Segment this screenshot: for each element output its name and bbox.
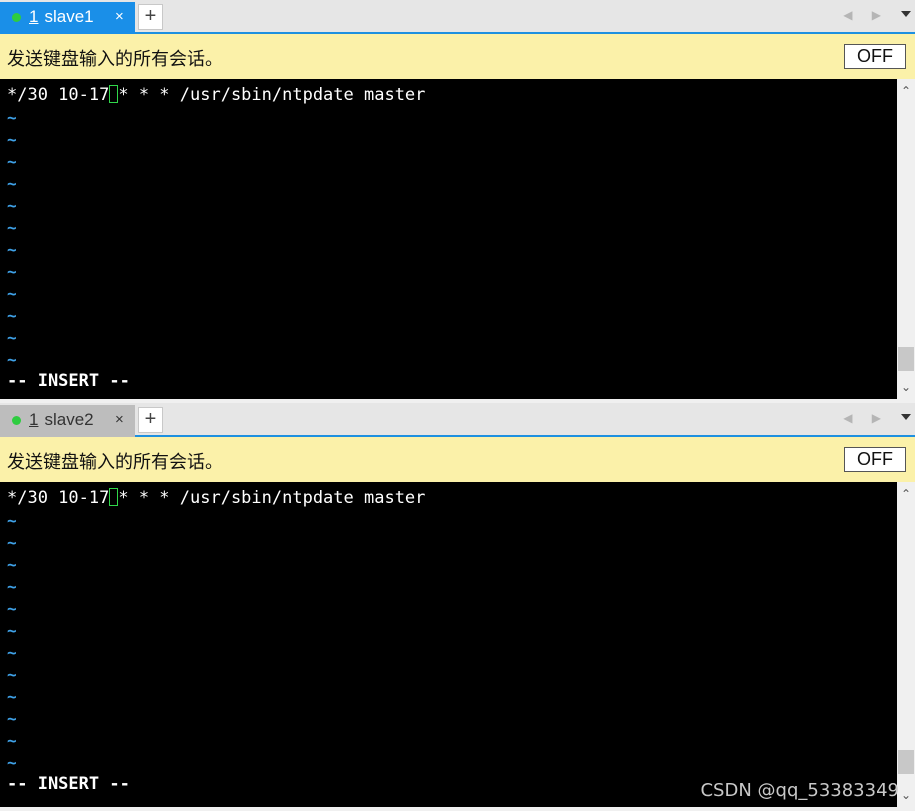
tilde-line: ~ <box>7 687 17 706</box>
terminal-screen[interactable]: */30 10-17 * * * /usr/sbin/ntpdate master… <box>0 79 897 399</box>
tilde-line: ~ <box>7 753 17 772</box>
tab-number: 1 <box>29 7 39 26</box>
broadcast-label: 发送键盘输入的所有会话。 <box>7 452 223 472</box>
broadcast-toggle-button[interactable]: OFF <box>844 44 906 69</box>
tilde-line: ~ <box>7 152 17 171</box>
tilde-line: ~ <box>7 306 17 325</box>
tilde-line: ~ <box>7 196 17 215</box>
empty-line-markers: ~ ~ ~ ~ ~ ~ ~ ~ ~ ~ ~ ~ <box>7 107 17 371</box>
tilde-line: ~ <box>7 555 17 574</box>
tab-name: slave2 <box>44 410 94 429</box>
tab-scroll-arrows-icon[interactable]: ◀ ▶ <box>843 8 889 22</box>
tilde-line: ~ <box>7 665 17 684</box>
tilde-line: ~ <box>7 533 17 552</box>
watermark-text: CSDN @qq_53383349 <box>700 780 899 801</box>
tilde-line: ~ <box>7 328 17 347</box>
tilde-line: ~ <box>7 621 17 640</box>
tab-bar: 1 slave1 × + ◀ ▶ <box>0 0 915 34</box>
vim-mode-indicator: -- INSERT -- <box>7 371 130 391</box>
scroll-up-icon[interactable]: ⌃ <box>900 488 912 500</box>
session-pane-slave1: 1 slave1 × + ◀ ▶ 发送键盘输入的所有会话。 OFF */30 10… <box>0 0 915 403</box>
tilde-line: ~ <box>7 108 17 127</box>
tab-slave1[interactable]: 1 slave1 × <box>0 2 135 34</box>
tilde-line: ~ <box>7 218 17 237</box>
tab-name: slave1 <box>44 7 94 26</box>
text-cursor <box>109 85 119 103</box>
text-cursor <box>109 488 119 506</box>
broadcast-input-bar: 发送键盘输入的所有会话。 OFF <box>0 437 915 482</box>
broadcast-input-bar: 发送键盘输入的所有会话。 OFF <box>0 34 915 79</box>
add-tab-button[interactable]: + <box>138 407 163 433</box>
connected-status-icon <box>12 416 21 425</box>
command-text-start: */30 10-17 <box>7 85 110 105</box>
tilde-line: ~ <box>7 577 17 596</box>
tilde-line: ~ <box>7 262 17 281</box>
close-icon[interactable]: × <box>115 2 124 32</box>
command-text-start: */30 10-17 <box>7 488 110 508</box>
vim-mode-indicator: -- INSERT -- <box>7 774 130 794</box>
command-text-end: * * * /usr/sbin/ntpdate master <box>118 488 426 508</box>
vertical-scrollbar[interactable]: ⌃ ⌄ <box>897 79 915 399</box>
tilde-line: ~ <box>7 350 17 369</box>
broadcast-label: 发送键盘输入的所有会话。 <box>7 49 223 69</box>
vertical-scrollbar[interactable]: ⌃ ⌄ <box>897 482 915 807</box>
add-tab-button[interactable]: + <box>138 4 163 30</box>
terminal-screen[interactable]: */30 10-17 * * * /usr/sbin/ntpdate master… <box>0 482 897 807</box>
scroll-down-icon[interactable]: ⌄ <box>900 381 912 393</box>
tilde-line: ~ <box>7 284 17 303</box>
command-text-end: * * * /usr/sbin/ntpdate master <box>118 85 426 105</box>
broadcast-toggle-button[interactable]: OFF <box>844 447 906 472</box>
terminal-command-line: */30 10-17 * * * /usr/sbin/ntpdate master <box>7 488 425 508</box>
tilde-line: ~ <box>7 240 17 259</box>
tilde-line: ~ <box>7 130 17 149</box>
tab-bar: 1 slave2 × + ◀ ▶ <box>0 403 915 437</box>
empty-line-markers: ~ ~ ~ ~ ~ ~ ~ ~ ~ ~ ~ ~ <box>7 510 17 774</box>
close-icon[interactable]: × <box>115 405 124 435</box>
tab-scroll-arrows-icon[interactable]: ◀ ▶ <box>843 411 889 425</box>
chevron-down-icon[interactable] <box>901 414 911 420</box>
tab-slave2[interactable]: 1 slave2 × <box>0 405 135 437</box>
chevron-down-icon[interactable] <box>901 11 911 17</box>
tilde-line: ~ <box>7 709 17 728</box>
tab-label: 1 slave1 <box>29 2 94 32</box>
connected-status-icon <box>12 13 21 22</box>
tilde-line: ~ <box>7 599 17 618</box>
scroll-up-icon[interactable]: ⌃ <box>900 85 912 97</box>
tab-label: 1 slave2 <box>29 405 94 435</box>
tab-number: 1 <box>29 410 39 429</box>
session-pane-slave2: 1 slave2 × + ◀ ▶ 发送键盘输入的所有会话。 OFF */30 10… <box>0 403 915 811</box>
terminal-command-line: */30 10-17 * * * /usr/sbin/ntpdate master <box>7 85 425 105</box>
tilde-line: ~ <box>7 511 17 530</box>
scrollbar-thumb[interactable] <box>898 750 914 774</box>
scrollbar-thumb[interactable] <box>898 347 914 371</box>
tilde-line: ~ <box>7 174 17 193</box>
tilde-line: ~ <box>7 643 17 662</box>
scroll-down-icon[interactable]: ⌄ <box>900 789 912 801</box>
tilde-line: ~ <box>7 731 17 750</box>
